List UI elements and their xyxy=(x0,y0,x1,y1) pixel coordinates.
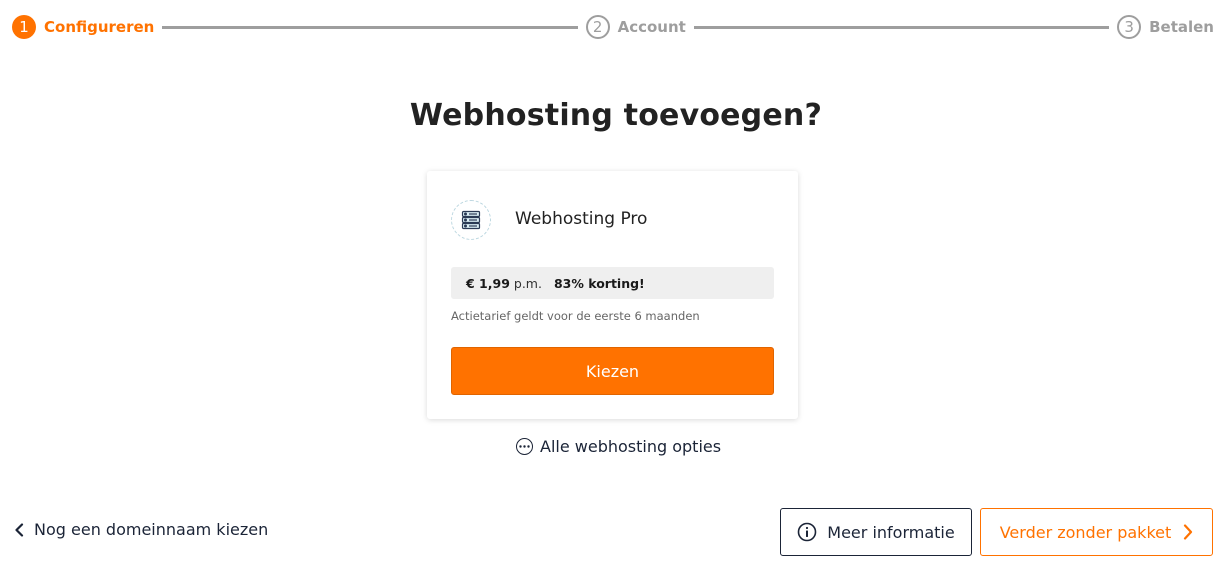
step-number: 1 xyxy=(12,15,36,39)
checkout-stepper: 1 Configureren 2 Account 3 Betalen xyxy=(12,14,1214,40)
back-link-label: Nog een domeinnaam kiezen xyxy=(34,520,269,539)
step-label: Account xyxy=(617,18,686,36)
price-amount: € 1,99 xyxy=(466,275,510,291)
step-label: Configureren xyxy=(44,18,155,36)
hosting-product-card: Webhosting Pro € 1,99 p.m. 83% korting! … xyxy=(427,171,798,419)
ellipsis-circle-icon xyxy=(516,438,533,455)
continue-without-package-button[interactable]: Verder zonder pakket xyxy=(980,508,1213,556)
step-number: 2 xyxy=(585,15,610,39)
price-period: p.m. xyxy=(513,275,542,291)
server-stack-icon xyxy=(451,200,491,240)
more-info-label: Meer informatie xyxy=(827,522,955,542)
page-title: Webhosting toevoegen? xyxy=(409,98,823,133)
more-info-button[interactable]: Meer informatie xyxy=(780,508,972,556)
promo-note: Actietarief geldt voor de eerste 6 maand… xyxy=(451,309,700,323)
all-options-label: Alle webhosting opties xyxy=(540,437,722,456)
step-configureren: 1 Configureren xyxy=(12,15,154,39)
continue-label: Verder zonder pakket xyxy=(999,522,1172,542)
step-number: 3 xyxy=(1117,15,1142,39)
step-betalen: 3 Betalen xyxy=(1117,15,1214,39)
step-connector xyxy=(693,25,1110,29)
back-link[interactable]: Nog een domeinnaam kiezen xyxy=(14,520,268,539)
step-account: 2 Account xyxy=(585,15,686,39)
info-icon xyxy=(797,522,817,542)
all-hosting-options-link[interactable]: Alle webhosting opties xyxy=(516,437,721,456)
step-label: Betalen xyxy=(1149,18,1214,36)
choose-button[interactable]: Kiezen xyxy=(451,347,774,395)
step-connector xyxy=(162,25,578,29)
price-box: € 1,99 p.m. 83% korting! xyxy=(451,267,774,299)
discount-badge: 83% korting! xyxy=(553,275,645,291)
chevron-right-icon xyxy=(1183,524,1193,540)
chevron-left-icon xyxy=(14,522,24,537)
product-name: Webhosting Pro xyxy=(515,209,648,229)
